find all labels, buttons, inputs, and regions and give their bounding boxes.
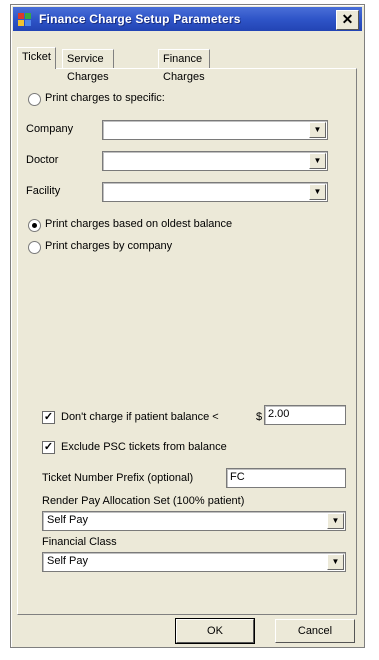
- close-button[interactable]: ✕: [336, 10, 359, 30]
- tab-ticket[interactable]: Ticket: [17, 47, 56, 69]
- cancel-button[interactable]: Cancel: [275, 619, 355, 643]
- financial-class-label: Financial Class: [42, 536, 117, 548]
- allocation-value: Self Pay: [47, 514, 88, 526]
- chevron-down-icon[interactable]: ▼: [327, 513, 344, 529]
- print-company-label: Print charges by company: [45, 240, 173, 252]
- print-oldest-radio[interactable]: [28, 219, 41, 232]
- doctor-label: Doctor: [26, 154, 59, 166]
- facility-label: Facility: [26, 185, 61, 197]
- chevron-down-icon[interactable]: ▼: [327, 554, 344, 570]
- dont-charge-checkbox[interactable]: ✓: [42, 411, 55, 424]
- prefix-value: FC: [230, 471, 245, 483]
- doctor-combo[interactable]: ▼: [102, 151, 328, 171]
- close-icon: ✕: [341, 11, 354, 27]
- window-title: Finance Charge Setup Parameters: [39, 12, 241, 26]
- min-balance-value: 2.00: [268, 408, 290, 420]
- print-oldest-label: Print charges based on oldest balance: [45, 218, 233, 230]
- prefix-label: Ticket Number Prefix (optional): [42, 472, 194, 484]
- prefix-input[interactable]: FC: [226, 468, 346, 488]
- dont-charge-label: Don't charge if patient balance <: [61, 411, 219, 423]
- chevron-down-icon[interactable]: ▼: [309, 122, 326, 138]
- currency-symbol: $: [256, 411, 263, 423]
- min-balance-input[interactable]: 2.00: [264, 405, 346, 425]
- chevron-down-icon[interactable]: ▼: [309, 153, 326, 169]
- exclude-psc-checkbox[interactable]: ✓: [42, 441, 55, 454]
- company-combo[interactable]: ▼: [102, 120, 328, 140]
- tab-finance-charges[interactable]: Finance Charges: [158, 49, 210, 83]
- finance-charge-dialog: Finance Charge Setup Parameters ✕ Ticket…: [10, 4, 365, 648]
- print-company-radio[interactable]: [28, 241, 41, 254]
- ticket-tab-panel: Print charges to specific: Company ▼ Doc…: [17, 68, 357, 615]
- tab-service-charges[interactable]: Service Charges: [62, 49, 114, 83]
- chevron-down-icon[interactable]: ▼: [309, 184, 326, 200]
- ok-button[interactable]: OK: [175, 618, 255, 644]
- company-label: Company: [26, 123, 74, 135]
- app-icon: [18, 13, 31, 26]
- print-specific-radio[interactable]: [28, 93, 41, 106]
- facility-combo[interactable]: ▼: [102, 182, 328, 202]
- allocation-combo[interactable]: Self Pay ▼: [42, 511, 346, 531]
- print-specific-label: Print charges to specific:: [45, 92, 165, 104]
- allocation-label: Render Pay Allocation Set (100% patient): [42, 495, 245, 507]
- financial-class-combo[interactable]: Self Pay ▼: [42, 552, 346, 572]
- financial-class-value: Self Pay: [47, 555, 88, 567]
- exclude-psc-label: Exclude PSC tickets from balance: [61, 441, 227, 453]
- title-bar[interactable]: Finance Charge Setup Parameters ✕: [13, 7, 362, 31]
